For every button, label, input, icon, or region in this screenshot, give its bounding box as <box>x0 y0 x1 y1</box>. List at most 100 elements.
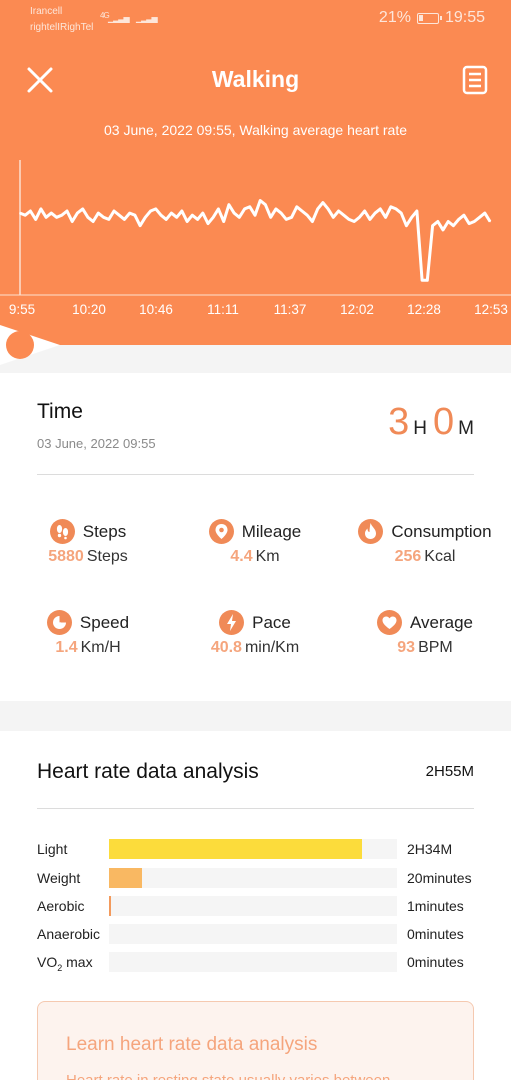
location-pin-icon <box>208 519 234 544</box>
heart-rate-point <box>358 216 361 219</box>
divider <box>37 808 474 809</box>
hr-zone-label: Aerobic <box>37 898 85 914</box>
hr-zone-anaerobic: Anaerobic 0minutes <box>37 924 474 944</box>
heart-rate-point <box>202 212 204 214</box>
heart-rate-point <box>186 220 188 223</box>
x-tick-label: 11:11 <box>207 302 239 317</box>
heart-rate-point <box>322 201 324 204</box>
heart-rate-point <box>269 216 272 219</box>
heart-rate-point <box>134 214 136 216</box>
heart-rate-point <box>24 214 27 216</box>
hr-zone-bar <box>109 839 363 859</box>
heart-rate-chart <box>0 160 511 296</box>
heart-rate-point <box>149 210 152 212</box>
heart-rate-point <box>196 218 199 221</box>
battery-percent: 21% <box>378 9 411 26</box>
hr-zone-weight: Weight 20minutes <box>37 868 474 888</box>
heart-rate-point <box>343 214 345 216</box>
signal-icon-1: ▁▂▃▅ <box>108 14 130 23</box>
heart-rate-point <box>400 212 403 214</box>
carrier-2: rightelIRighTel <box>30 22 94 33</box>
heart-rate-point <box>61 214 63 216</box>
learn-text: Heart rate in resting state usually vari… <box>66 1072 390 1080</box>
stat-value: 256 <box>394 548 422 565</box>
learn-hr-analysis-card[interactable]: Learn heart rate data analysis Heart rat… <box>37 1001 474 1080</box>
stat-unit: Steps <box>86 548 128 565</box>
clock: 19:55 <box>444 9 485 26</box>
heart-rate-point <box>296 206 298 208</box>
heart-rate-point <box>108 218 110 221</box>
stat-name: Speed <box>79 612 130 632</box>
heart-rate-point <box>87 216 89 219</box>
hr-zone-bar-track <box>109 924 397 944</box>
stat-value: 93 <box>397 639 416 656</box>
stat-name: Average <box>409 612 473 632</box>
stat-speed: Speed 1.4 Km/H <box>3 610 173 670</box>
heart-rate-point <box>405 224 408 227</box>
heart-rate-point <box>306 214 309 216</box>
heart-rate-point <box>81 208 84 210</box>
hr-zone-bar-track <box>109 896 397 916</box>
hr-zone-light: Light 2H34M <box>37 839 474 859</box>
stat-name: Mileage <box>241 521 302 541</box>
heart-rate-point <box>379 208 382 210</box>
heart-rate-point <box>337 210 340 212</box>
status-bar: Irancell rightelIRighTel 4G ▁▂▃▅ ▁▂▃▅ 21… <box>0 0 511 40</box>
stat-unit: Kcal <box>424 548 456 565</box>
heart-rate-point <box>478 216 481 219</box>
learn-title: Learn heart rate data analysis <box>66 1034 318 1055</box>
heart-rate-point <box>416 210 418 212</box>
heart-rate-point <box>259 199 262 202</box>
heart-rate-point <box>473 220 476 223</box>
duration-value: 3 H 0 M <box>388 401 474 444</box>
heart-rate-point <box>97 212 100 214</box>
heart-rate-point <box>301 210 303 212</box>
stat-value: 40.8 <box>210 639 242 656</box>
hr-zone-bar <box>109 896 111 916</box>
heart-rate-point <box>170 212 173 214</box>
heart-rate-point <box>249 206 251 208</box>
hr-zone-label: VO2 max <box>37 954 93 973</box>
heart-rate-point <box>348 218 350 221</box>
lightning-icon <box>219 610 245 635</box>
heart-rate-point <box>160 214 162 216</box>
heart-rate-point <box>316 208 319 210</box>
stat-pace: Pace 40.8 min/Km <box>170 610 340 670</box>
heart-rate-line <box>19 199 492 282</box>
x-tick-label: 9:55 <box>8 302 36 317</box>
heart-rate-point <box>175 216 178 219</box>
x-tick-label: 12:02 <box>340 302 374 317</box>
heart-rate-point <box>457 218 460 221</box>
heart-rate-point <box>374 212 376 214</box>
heart-rate-point <box>118 214 120 216</box>
chart-x-axis: 9:55 10:20 10:46 11:11 11:37 12:02 12:28 12:53 <box>0 302 511 320</box>
heart-rate-point <box>19 212 21 214</box>
heart-rate-point <box>34 218 37 221</box>
heart-rate-point <box>421 279 423 282</box>
speedometer-icon <box>46 610 72 635</box>
stat-unit: Km/H <box>80 639 121 656</box>
hr-zone-aerobic: Aerobic 1minutes <box>37 896 474 916</box>
heart-rate-point <box>410 216 413 219</box>
stat-average: Average 93 BPM <box>340 610 510 670</box>
duration-hours: 3 <box>388 401 410 443</box>
heart-rate-point <box>76 212 79 214</box>
heart-rate-point <box>431 224 434 227</box>
hr-zone-label-main: VO <box>37 954 58 970</box>
timeline-scrubber[interactable] <box>0 325 60 365</box>
duration-minutes: 0 <box>433 401 455 443</box>
hr-zone-value: 1minutes <box>407 898 464 914</box>
heart-rate-point <box>442 229 444 231</box>
heart-rate-point <box>332 216 335 219</box>
heart-rate-point <box>426 279 429 282</box>
heart-rate-point <box>353 220 356 223</box>
heart-rate-point <box>275 208 277 210</box>
heart-rate-point <box>311 220 314 223</box>
signal-icon-2: ▁▂▃▅ <box>136 14 158 23</box>
heart-rate-point <box>484 212 486 214</box>
hr-zone-bar-track <box>109 868 397 888</box>
stat-unit: Km <box>255 548 280 565</box>
report-button[interactable] <box>461 64 489 96</box>
heart-rate-point <box>165 218 167 221</box>
footprints-icon <box>49 519 75 544</box>
